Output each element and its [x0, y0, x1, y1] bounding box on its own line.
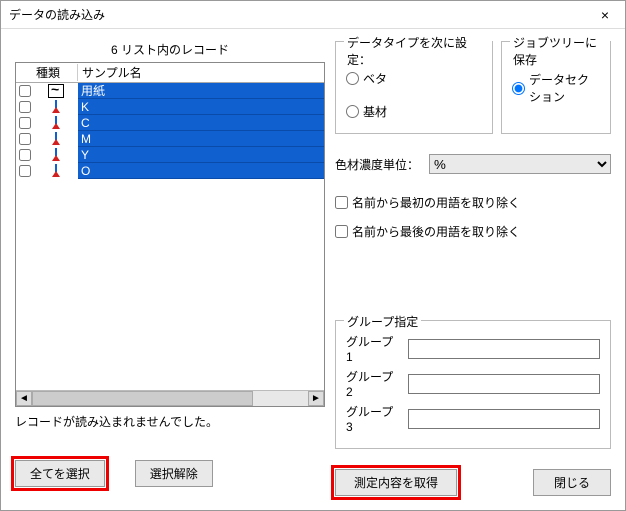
group2-row: グループ 2 [346, 368, 600, 399]
group1-label: グループ 1 [346, 333, 402, 364]
radio-substrate-line[interactable]: 基材 [346, 103, 482, 120]
radio-beta-line[interactable]: ベタ [346, 70, 482, 87]
radio-substrate-label: 基材 [363, 103, 387, 120]
row-checkbox[interactable] [19, 101, 31, 113]
scroll-thumb[interactable] [32, 391, 253, 406]
get-measurement-button[interactable]: 測定内容を取得 [335, 469, 457, 496]
row-name-cell[interactable]: Y [78, 147, 324, 163]
close-button[interactable]: × [585, 1, 625, 29]
row-checkbox-cell[interactable] [16, 131, 34, 147]
records-count-label: 6 リスト内のレコード [15, 41, 325, 58]
table-row[interactable]: C [16, 115, 324, 131]
sample-icon [49, 164, 63, 178]
group3-label: グループ 3 [346, 403, 402, 434]
table-row[interactable]: 用紙 [16, 83, 324, 99]
top-fieldset-row: データタイプを次に設定： Auto ベタ 基材 [335, 41, 611, 140]
row-name-cell[interactable]: M [78, 131, 324, 147]
radio-datasection-line[interactable]: データセクション [512, 71, 600, 105]
records-table: 種類 サンプル名 用紙KCMYO ◄ ► [15, 62, 325, 407]
sample-icon [49, 148, 63, 162]
scroll-right-icon[interactable]: ► [308, 391, 324, 406]
row-checkbox-cell[interactable] [16, 163, 34, 179]
group2-label: グループ 2 [346, 368, 402, 399]
row-checkbox-cell[interactable] [16, 99, 34, 115]
status-message: レコードが読み込まれませんでした。 [15, 413, 325, 430]
close-icon: × [601, 7, 609, 23]
remove-first-line[interactable]: 名前から最初の用語を取り除く [335, 194, 611, 211]
group3-input[interactable] [408, 409, 600, 429]
deselect-button[interactable]: 選択解除 [135, 460, 213, 487]
horizontal-scrollbar[interactable]: ◄ ► [16, 390, 324, 406]
row-name-cell[interactable]: 用紙 [78, 83, 324, 99]
right-button-row: 測定内容を取得 閉じる [335, 469, 611, 496]
spacer [335, 246, 611, 320]
row-name-cell[interactable]: O [78, 163, 324, 179]
scroll-track[interactable] [32, 391, 308, 406]
select-all-button[interactable]: 全てを選択 [15, 460, 105, 487]
row-name-cell[interactable]: K [78, 99, 324, 115]
row-type-cell [34, 99, 78, 115]
radio-beta[interactable] [346, 72, 359, 85]
row-checkbox-cell[interactable] [16, 147, 34, 163]
table-row[interactable]: M [16, 131, 324, 147]
table-header: 種類 サンプル名 [16, 63, 324, 83]
sample-icon [49, 132, 63, 146]
jobtree-fieldset: ジョブツリーに保存 データセクション [501, 41, 611, 134]
scroll-left-icon[interactable]: ◄ [16, 391, 32, 406]
col-name-header[interactable]: サンプル名 [78, 64, 324, 81]
unit-select[interactable]: % [429, 154, 611, 174]
unit-label: 色材濃度単位： [335, 156, 419, 173]
unit-row: 色材濃度単位： % [335, 154, 611, 174]
jobtree-legend: ジョブツリーに保存 [510, 34, 610, 68]
group2-input[interactable] [408, 374, 600, 394]
left-column: 6 リスト内のレコード 種類 サンプル名 用紙KCMYO ◄ ► レコードが読み… [15, 41, 325, 496]
window-title: データの読み込み [9, 6, 105, 23]
table-row[interactable]: K [16, 99, 324, 115]
row-checkbox-cell[interactable] [16, 83, 34, 99]
row-checkbox[interactable] [19, 133, 31, 145]
sample-icon [49, 116, 63, 130]
content-area: 6 リスト内のレコード 種類 サンプル名 用紙KCMYO ◄ ► レコードが読み… [1, 29, 625, 510]
table-row[interactable]: Y [16, 147, 324, 163]
row-checkbox[interactable] [19, 117, 31, 129]
radio-substrate[interactable] [346, 105, 359, 118]
remove-first-checkbox[interactable] [335, 196, 348, 209]
row-checkbox[interactable] [19, 149, 31, 161]
titlebar: データの読み込み × [1, 1, 625, 29]
radio-datasection[interactable] [512, 82, 525, 95]
row-type-cell [34, 147, 78, 163]
table-row[interactable]: O [16, 163, 324, 179]
col-type-header[interactable]: 種類 [34, 64, 78, 81]
row-type-cell [34, 163, 78, 179]
sample-icon [49, 100, 63, 114]
row-checkbox[interactable] [19, 165, 31, 177]
wave-icon [48, 84, 64, 98]
remove-first-label: 名前から最初の用語を取り除く [352, 194, 520, 211]
row-type-cell [34, 83, 78, 99]
right-column: データタイプを次に設定： Auto ベタ 基材 [335, 41, 611, 496]
group1-row: グループ 1 [346, 333, 600, 364]
dialog-window: データの読み込み × 6 リスト内のレコード 種類 サンプル名 用紙KCMYO … [0, 0, 626, 511]
group3-row: グループ 3 [346, 403, 600, 434]
left-button-row: 全てを選択 選択解除 [15, 460, 325, 487]
row-type-cell [34, 131, 78, 147]
table-body: 用紙KCMYO [16, 83, 324, 179]
row-name-cell[interactable]: C [78, 115, 324, 131]
remove-last-label: 名前から最後の用語を取り除く [352, 223, 520, 240]
datatype-fieldset: データタイプを次に設定： Auto ベタ 基材 [335, 41, 493, 134]
datatype-legend: データタイプを次に設定： [344, 34, 492, 68]
close-dialog-button[interactable]: 閉じる [533, 469, 611, 496]
row-checkbox-cell[interactable] [16, 115, 34, 131]
radio-datasection-label: データセクション [529, 71, 600, 105]
row-checkbox[interactable] [19, 85, 31, 97]
radio-beta-label: ベタ [363, 70, 387, 87]
group1-input[interactable] [408, 339, 600, 359]
remove-last-checkbox[interactable] [335, 225, 348, 238]
group-legend: グループ指定 [344, 313, 421, 330]
remove-last-line[interactable]: 名前から最後の用語を取り除く [335, 223, 611, 240]
group-fieldset: グループ指定 グループ 1 グループ 2 グループ 3 [335, 320, 611, 449]
row-type-cell [34, 115, 78, 131]
